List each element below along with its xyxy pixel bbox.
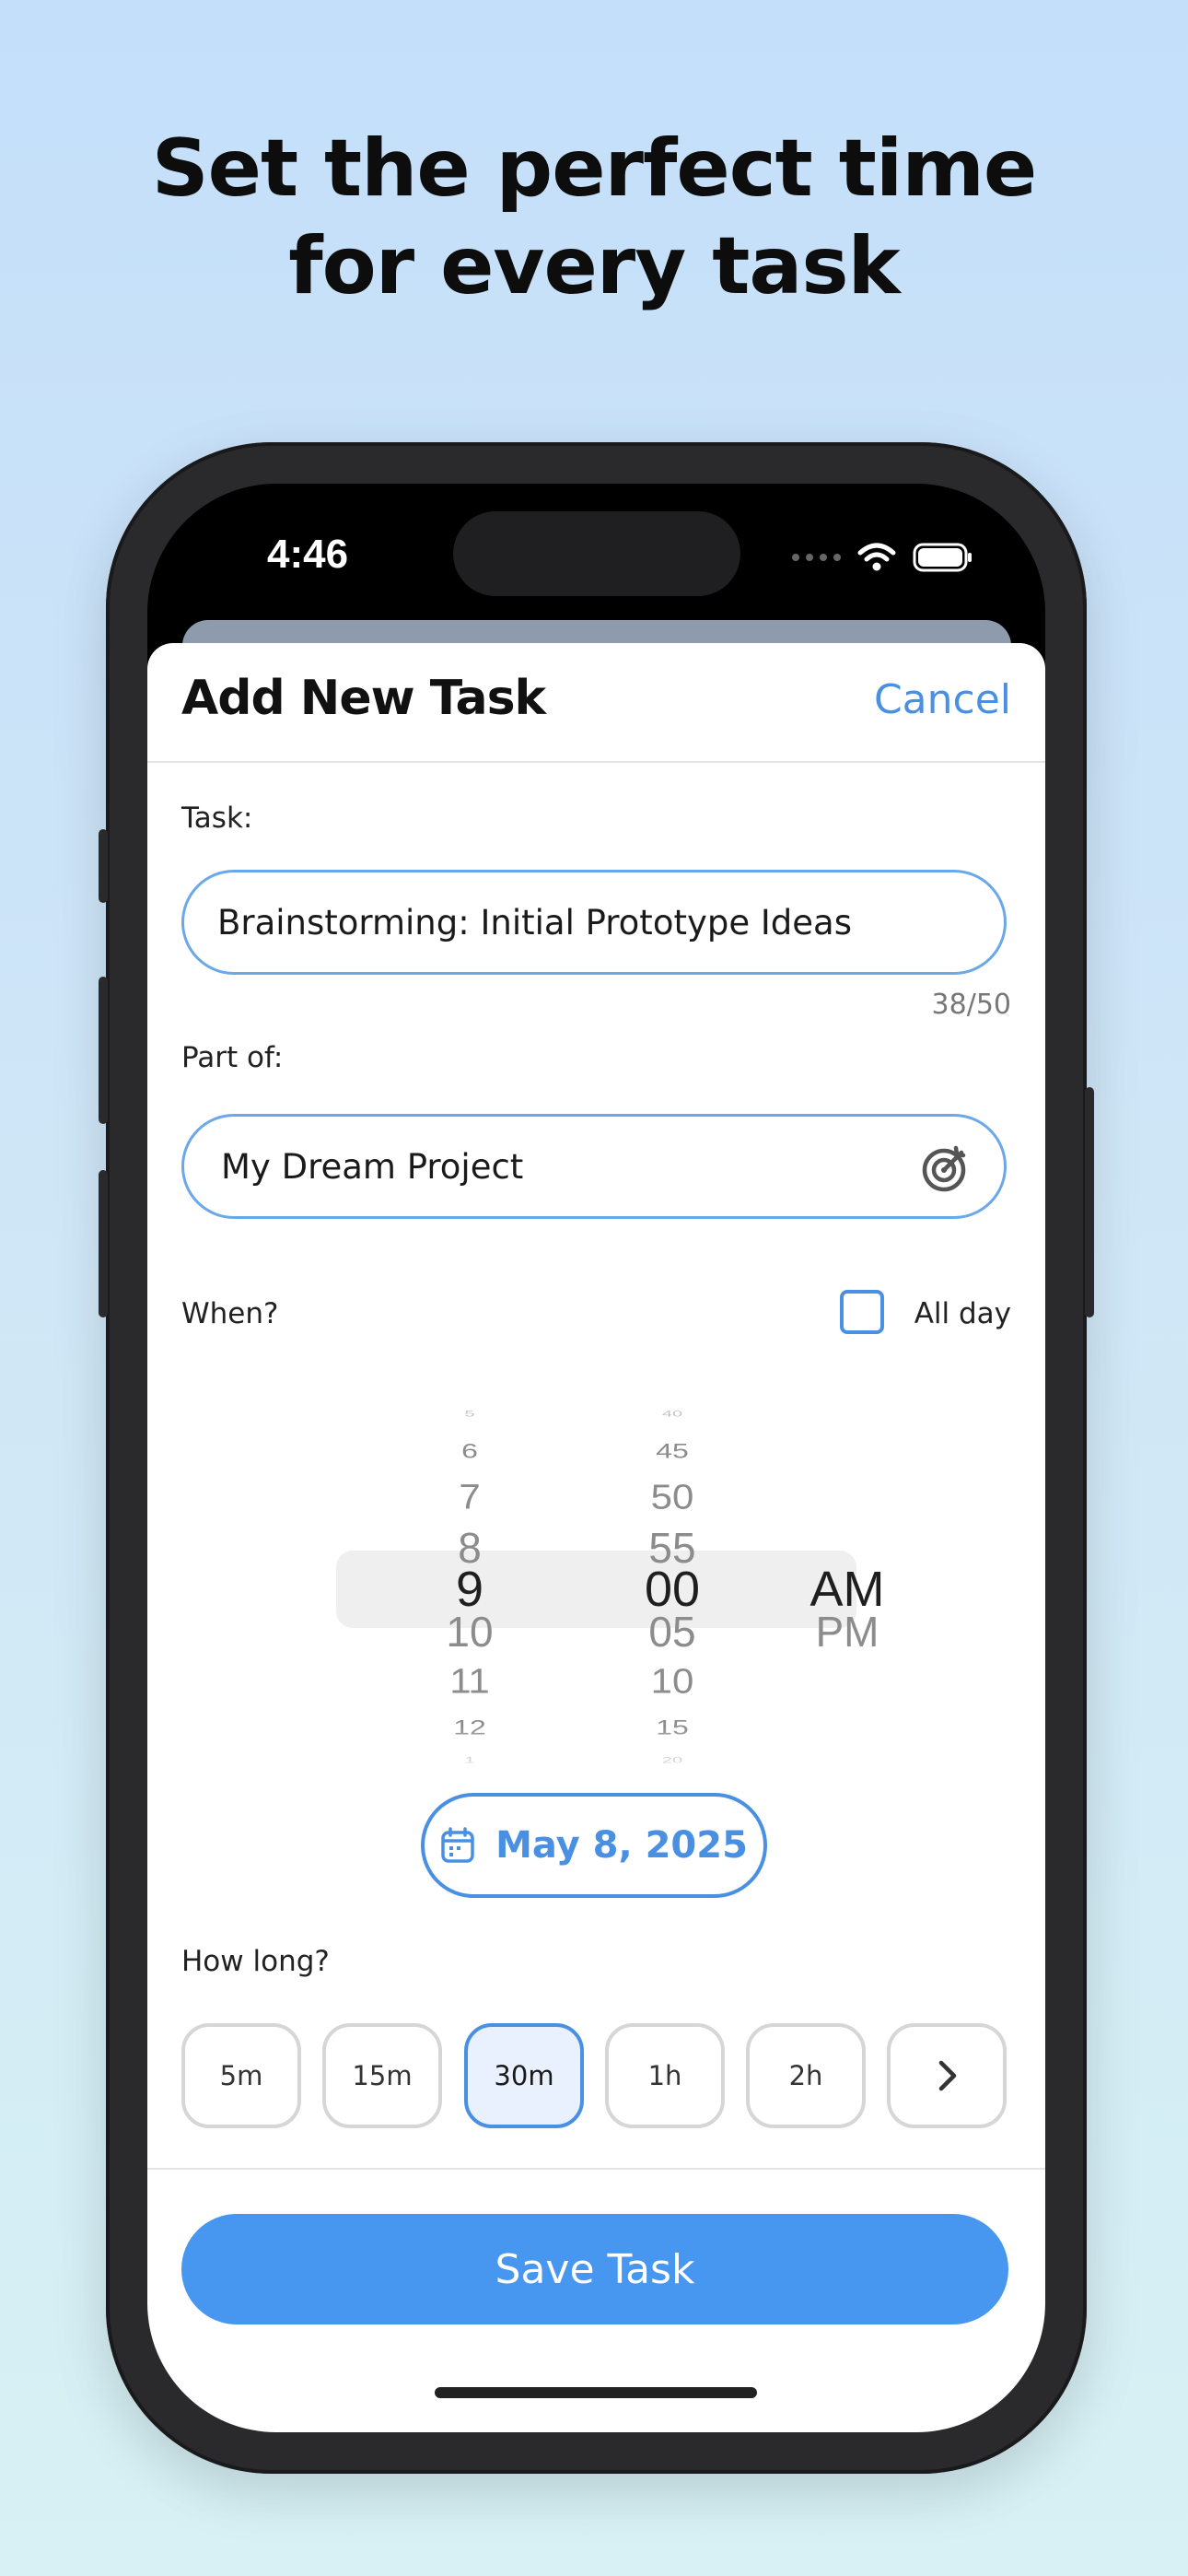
when-label: When?	[181, 1297, 279, 1330]
hour-option[interactable]: 7	[405, 1480, 534, 1515]
volume-up-button	[99, 977, 108, 1124]
footer-divider	[147, 2168, 1045, 2170]
minute-option[interactable]: 20	[608, 1757, 737, 1765]
project-select-value: My Dream Project	[221, 1146, 524, 1187]
signal-icon	[792, 554, 841, 561]
duration-30m-button[interactable]: 30m	[464, 2023, 584, 2128]
ampm-selected[interactable]: AM	[774, 1564, 921, 1614]
home-indicator	[435, 2387, 757, 2398]
hour-option[interactable]: 1	[405, 1757, 534, 1765]
minute-option[interactable]: 45	[608, 1441, 737, 1461]
hour-option[interactable]: 5	[405, 1411, 534, 1419]
headline-line-2: for every task	[288, 220, 901, 312]
all-day-checkbox[interactable]	[840, 1290, 884, 1334]
cancel-button[interactable]: Cancel	[874, 676, 1011, 723]
add-task-sheet: Add New Task Cancel Task: Brainstorming:…	[147, 643, 1045, 2432]
duration-label: 1h	[647, 2060, 682, 2091]
task-char-counter: 38/50	[931, 989, 1011, 1021]
duration-label: 30m	[494, 2060, 554, 2091]
duration-15m-button[interactable]: 15m	[322, 2023, 442, 2128]
duration-label: 15m	[352, 2060, 413, 2091]
chevron-right-icon	[938, 2060, 957, 2091]
volume-down-button	[99, 1170, 108, 1317]
headline: Set the perfect time for every task	[0, 120, 1188, 315]
calendar-icon	[441, 1827, 474, 1863]
header-divider	[147, 761, 1045, 763]
minute-selected[interactable]: 00	[608, 1564, 737, 1614]
project-select[interactable]: My Dream Project	[181, 1114, 1007, 1219]
minute-option[interactable]: 40	[608, 1411, 737, 1419]
action-button	[99, 829, 108, 903]
time-picker[interactable]: 5 6 7 8 9 10 11 12 1 40 45 50 55 00 05 10 15 20 AM PM	[147, 1385, 1045, 1781]
status-time: 4:46	[267, 532, 349, 577]
duration-label: 2h	[788, 2060, 823, 2091]
task-input[interactable]: Brainstorming: Initial Prototype Ideas	[181, 870, 1007, 975]
headline-line-1: Set the perfect time	[151, 123, 1038, 215]
minute-option[interactable]: 10	[608, 1664, 737, 1699]
more-durations-button[interactable]	[887, 2023, 1007, 2128]
duration-label: 5m	[219, 2060, 263, 2091]
all-day-label: All day	[914, 1297, 1011, 1330]
part-of-label: Part of:	[181, 1041, 284, 1074]
screen: 4:46 Add New Task Cancel Task: Brainstor…	[147, 484, 1045, 2432]
hour-option[interactable]: 11	[405, 1664, 534, 1699]
task-label: Task:	[181, 802, 253, 835]
wifi-icon	[857, 543, 896, 571]
target-edit-icon[interactable]	[919, 1142, 971, 1194]
date-button[interactable]: May 8, 2025	[421, 1793, 767, 1898]
sheet-title: Add New Task	[181, 671, 546, 726]
minute-option[interactable]: 50	[608, 1480, 737, 1515]
ampm-option[interactable]: PM	[774, 1610, 921, 1653]
hour-option[interactable]: 12	[405, 1717, 534, 1738]
hour-option[interactable]: 6	[405, 1441, 534, 1461]
minute-option[interactable]: 15	[608, 1717, 737, 1738]
power-button	[1085, 1087, 1094, 1317]
duration-options: 5m 15m 30m 1h 2h	[181, 2023, 1007, 2128]
duration-1h-button[interactable]: 1h	[605, 2023, 725, 2128]
dynamic-island	[453, 511, 740, 596]
date-label: May 8, 2025	[495, 1824, 748, 1867]
battery-icon	[913, 543, 972, 572]
how-long-label: How long?	[181, 1945, 330, 1978]
duration-5m-button[interactable]: 5m	[181, 2023, 301, 2128]
hour-selected[interactable]: 9	[405, 1564, 534, 1614]
task-input-value: Brainstorming: Initial Prototype Ideas	[217, 902, 852, 943]
status-icons	[792, 534, 973, 580]
phone-frame: 4:46 Add New Task Cancel Task: Brainstor…	[99, 442, 1094, 2474]
hour-option[interactable]: 10	[405, 1610, 534, 1653]
duration-2h-button[interactable]: 2h	[746, 2023, 866, 2128]
save-task-button[interactable]: Save Task	[181, 2214, 1008, 2324]
minute-option[interactable]: 05	[608, 1610, 737, 1653]
